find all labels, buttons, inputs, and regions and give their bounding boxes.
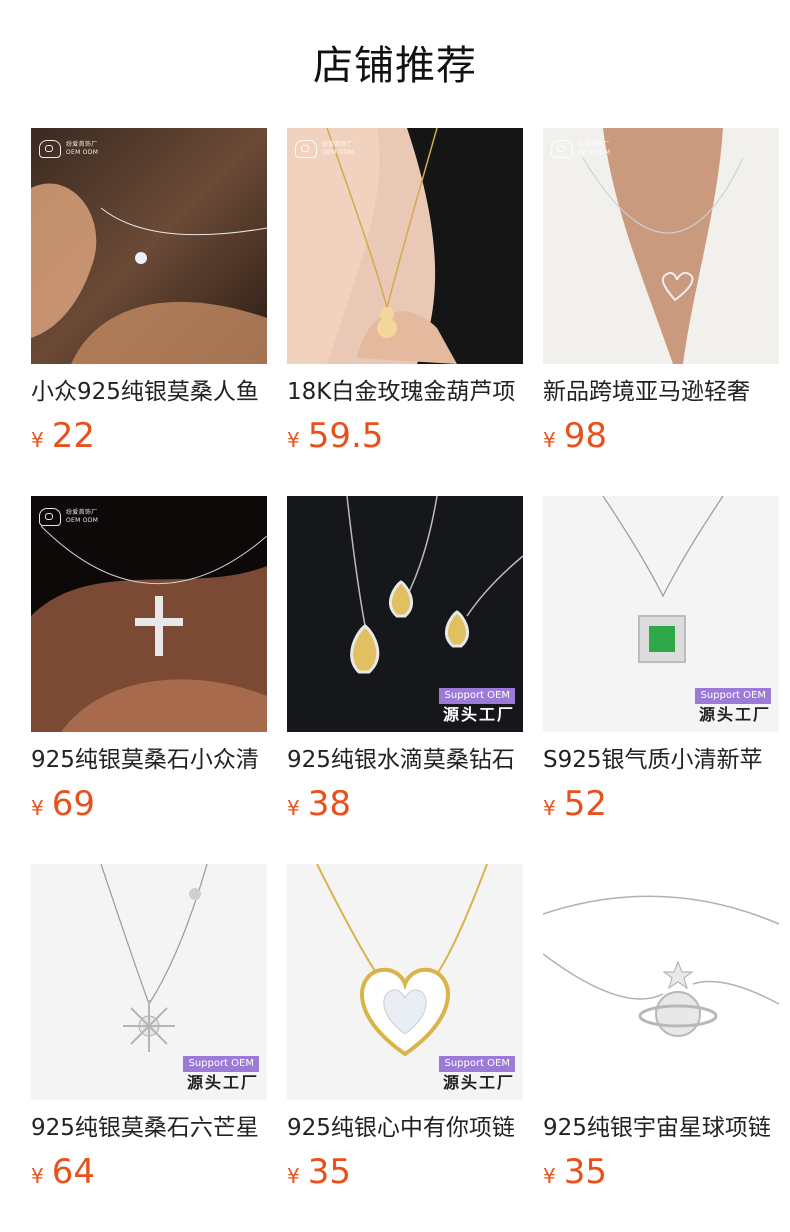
brand-logo: 纷爱首饰厂 OEM ODM — [295, 140, 354, 158]
currency-symbol: ¥ — [287, 428, 300, 452]
currency-symbol: ¥ — [31, 796, 44, 820]
brand-name: 纷爱首饰厂 — [66, 141, 98, 148]
product-name[interactable]: 925纯银水滴莫桑钻石 — [287, 744, 523, 776]
product-name[interactable]: 925纯银莫桑石小众清 — [31, 744, 267, 776]
product-price: ¥38 — [287, 782, 351, 826]
currency-symbol: ¥ — [543, 796, 556, 820]
support-oem-label: Support OEM — [439, 1056, 515, 1072]
product-name[interactable]: 新品跨境亚马逊轻奢 — [543, 376, 779, 408]
brand-name: 纷爱首饰厂 — [578, 141, 610, 148]
product-image[interactable] — [543, 864, 779, 1100]
brand-logo: 纷爱首饰厂 OEM ODM — [39, 140, 98, 158]
product-name[interactable]: 小众925纯银莫桑人鱼 — [31, 376, 267, 408]
support-oem-label: Support OEM — [183, 1056, 259, 1072]
product-price: ¥98 — [543, 414, 607, 458]
product-card[interactable]: Support OEM 源头工厂 925纯银莫桑石六芒星 ¥64 — [31, 864, 267, 1192]
product-image[interactable]: Support OEM 源头工厂 — [287, 496, 523, 732]
product-image[interactable]: 纷爱首饰厂 OEM ODM — [31, 496, 267, 732]
product-card[interactable]: Support OEM 源头工厂 925纯银水滴莫桑钻石 ¥38 — [287, 496, 523, 824]
brand-mark-icon — [39, 508, 61, 526]
brand-subtitle: OEM ODM — [578, 149, 611, 156]
product-price: ¥64 — [31, 1150, 95, 1194]
price-value: 69 — [51, 784, 95, 824]
product-card[interactable]: 纷爱首饰厂 OEM ODM 新品跨境亚马逊轻奢 ¥98 — [543, 128, 779, 456]
factory-label: 源头工厂 — [442, 705, 515, 724]
product-card[interactable]: Support OEM 源头工厂 925纯银心中有你项链 ¥35 — [287, 864, 523, 1192]
product-price: ¥35 — [287, 1150, 351, 1194]
oem-badge: Support OEM 源头工厂 — [439, 683, 515, 726]
product-price: ¥52 — [543, 782, 607, 826]
oem-badge: Support OEM 源头工厂 — [695, 683, 771, 726]
price-value: 38 — [307, 784, 351, 824]
product-image[interactable]: 纷爱首饰厂 OEM ODM — [287, 128, 523, 364]
brand-name: 纷爱首饰厂 — [322, 141, 354, 148]
brand-subtitle: OEM ODM — [322, 149, 355, 156]
oem-badge: Support OEM 源头工厂 — [183, 1051, 259, 1094]
product-price: ¥22 — [31, 414, 95, 458]
product-price: ¥35 — [543, 1150, 607, 1194]
brand-mark-icon — [551, 140, 573, 158]
currency-symbol: ¥ — [543, 428, 556, 452]
oem-badge: Support OEM 源头工厂 — [439, 1051, 515, 1094]
factory-label: 源头工厂 — [698, 705, 771, 724]
support-oem-label: Support OEM — [439, 688, 515, 704]
product-card[interactable]: 纷爱首饰厂 OEM ODM 18K白金玫瑰金葫芦项 ¥59.5 — [287, 128, 523, 456]
currency-symbol: ¥ — [31, 428, 44, 452]
factory-label: 源头工厂 — [442, 1073, 515, 1092]
currency-symbol: ¥ — [287, 1164, 300, 1188]
section-title: 店铺推荐 — [313, 43, 477, 89]
brand-logo: 纷爱首饰厂 OEM ODM — [39, 508, 98, 526]
product-image[interactable]: Support OEM 源头工厂 — [287, 864, 523, 1100]
price-value: 35 — [307, 1152, 351, 1192]
price-value: 52 — [563, 784, 607, 824]
product-image[interactable]: Support OEM 源头工厂 — [31, 864, 267, 1100]
currency-symbol: ¥ — [543, 1164, 556, 1188]
price-value: 64 — [51, 1152, 95, 1192]
price-value: 59.5 — [307, 416, 384, 456]
product-name[interactable]: S925银气质小清新苹 — [543, 744, 779, 776]
product-image[interactable]: Support OEM 源头工厂 — [543, 496, 779, 732]
support-oem-label: Support OEM — [695, 688, 771, 704]
product-card[interactable]: 纷爱首饰厂 OEM ODM 小众925纯银莫桑人鱼 ¥22 — [31, 128, 267, 456]
brand-subtitle: OEM ODM — [66, 517, 99, 524]
product-price: ¥59.5 — [287, 414, 383, 458]
brand-subtitle: OEM ODM — [66, 149, 99, 156]
product-name[interactable]: 18K白金玫瑰金葫芦项 — [287, 376, 523, 408]
brand-mark-icon — [295, 140, 317, 158]
product-name[interactable]: 925纯银宇宙星球项链 — [543, 1112, 779, 1144]
price-value: 22 — [51, 416, 95, 456]
product-card[interactable]: 纷爱首饰厂 OEM ODM 925纯银莫桑石小众清 ¥69 — [31, 496, 267, 824]
factory-label: 源头工厂 — [186, 1073, 259, 1092]
product-card[interactable]: Support OEM 源头工厂 S925银气质小清新苹 ¥52 — [543, 496, 779, 824]
price-value: 35 — [563, 1152, 607, 1192]
product-name[interactable]: 925纯银莫桑石六芒星 — [31, 1112, 267, 1144]
product-name[interactable]: 925纯银心中有你项链 — [287, 1112, 523, 1144]
currency-symbol: ¥ — [287, 796, 300, 820]
product-image[interactable]: 纷爱首饰厂 OEM ODM — [543, 128, 779, 364]
product-price: ¥69 — [31, 782, 95, 826]
currency-symbol: ¥ — [31, 1164, 44, 1188]
product-card[interactable]: 925纯银宇宙星球项链 ¥35 — [543, 864, 779, 1192]
brand-logo: 纷爱首饰厂 OEM ODM — [551, 140, 610, 158]
brand-name: 纷爱首饰厂 — [66, 509, 98, 516]
product-image[interactable]: 纷爱首饰厂 OEM ODM — [31, 128, 267, 364]
price-value: 98 — [563, 416, 607, 456]
brand-mark-icon — [39, 140, 61, 158]
